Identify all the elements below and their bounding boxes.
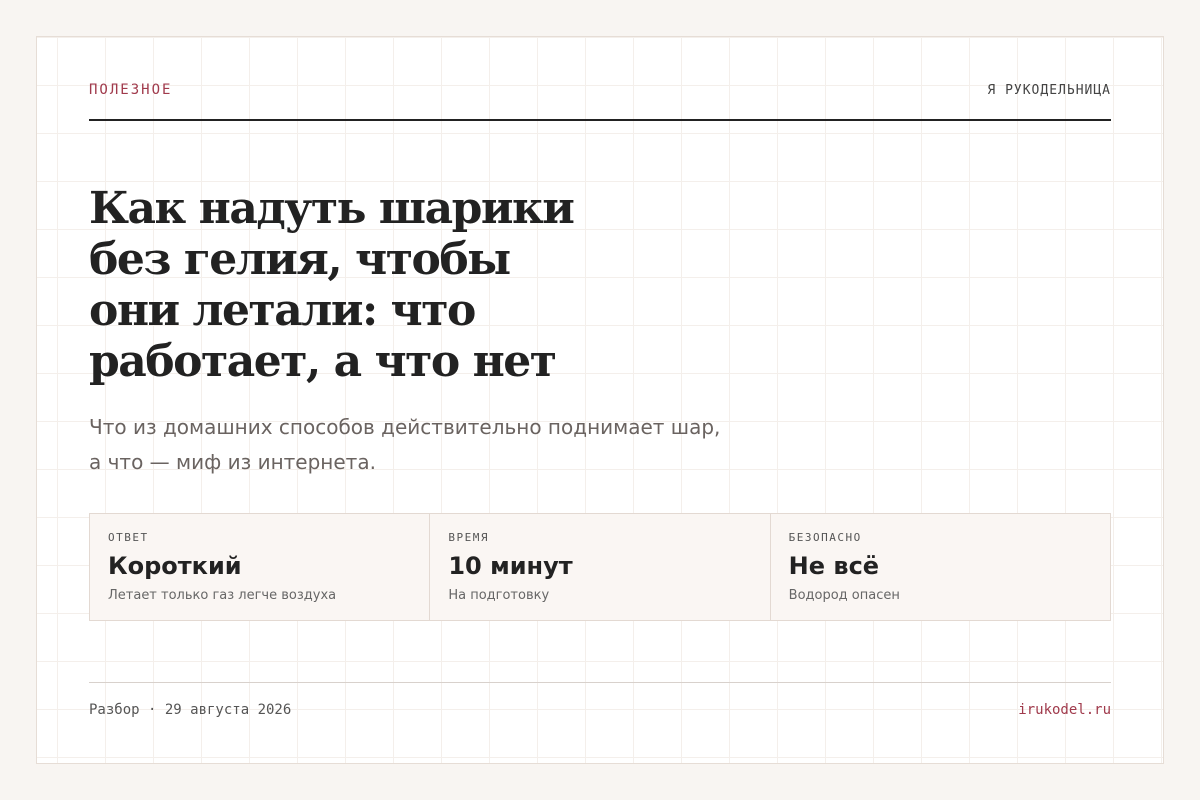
- stat-time: ВРЕМЯ 10 минут На подготовку: [429, 514, 769, 620]
- stat-note: На подготовку: [448, 588, 550, 603]
- article-meta: Разбор · 29 августа 2026: [89, 702, 292, 718]
- header-bar: ПОЛЕЗНОЕ Я РУКОДЕЛЬНИЦА: [89, 82, 1111, 121]
- stat-label: ОТВЕТ: [108, 531, 149, 544]
- stat-value: Не всё: [788, 552, 880, 580]
- stat-label: БЕЗОПАСНО: [788, 531, 862, 544]
- stats-panel: ОТВЕТ Короткий Летает только газ легче в…: [89, 513, 1111, 621]
- stat-value: 10 минут: [448, 552, 573, 580]
- stat-note: Летает только газ легче воздуха: [108, 588, 337, 603]
- section-label[interactable]: ПОЛЕЗНОЕ: [89, 82, 172, 98]
- stat-answer: ОТВЕТ Короткий Летает только газ легче в…: [90, 514, 429, 620]
- article-subtitle: Что из домашних способов действительно п…: [89, 415, 721, 474]
- stat-value: Короткий: [108, 552, 242, 580]
- stat-label: ВРЕМЯ: [448, 531, 489, 544]
- footer-divider: [89, 682, 1111, 683]
- article-title: Как надуть шарики без гелия, чтобы они л…: [89, 183, 575, 387]
- site-link[interactable]: irukodel.ru: [1018, 702, 1111, 718]
- article-card: [36, 36, 1164, 764]
- stat-safety: БЕЗОПАСНО Не всё Водород опасен: [769, 514, 1110, 620]
- brand-name[interactable]: Я РУКОДЕЛЬНИЦА: [987, 83, 1111, 98]
- stat-note: Водород опасен: [788, 588, 900, 603]
